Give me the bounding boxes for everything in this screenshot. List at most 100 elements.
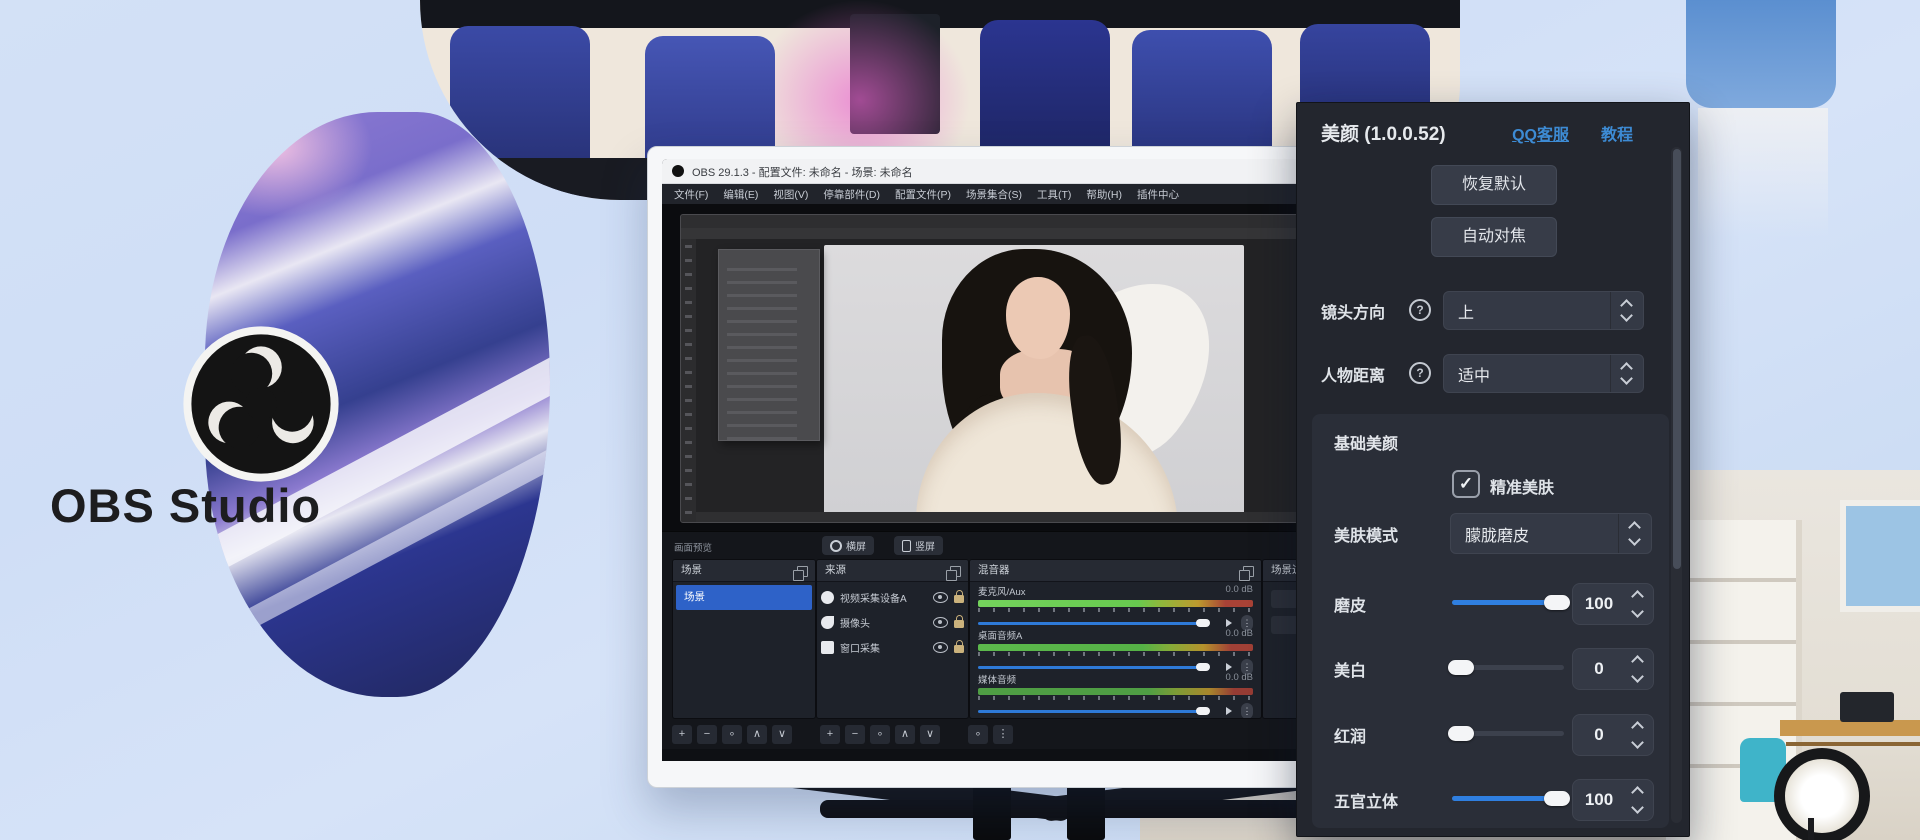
volume-meter	[978, 644, 1253, 651]
white-wall-fragment	[1698, 108, 1828, 238]
face-3d-slider[interactable]	[1452, 796, 1564, 801]
person-distance-value: 适中	[1458, 362, 1490, 386]
mixer-more-button[interactable]: ⋮	[993, 725, 1013, 744]
visibility-eye-icon[interactable]	[933, 642, 948, 653]
beauty-filter-panel: 美颜 (1.0.0.52) QQ客服 教程 恢复默认 自动对焦 镜头方向 ? 上…	[1296, 102, 1690, 837]
face-3d-label: 五官立体	[1334, 788, 1398, 812]
audio-mixer-dock: 混音器 麦克风/Aux 0.0 dB ⋮	[969, 559, 1262, 719]
laptop	[1840, 692, 1894, 722]
camera-icon	[821, 616, 834, 629]
menu-view[interactable]: 视图(V)	[773, 187, 808, 202]
face-3d-spinbox[interactable]: 100	[1572, 779, 1654, 821]
precise-skin-checkbox[interactable]: ✓	[1452, 470, 1480, 498]
studio-window	[1840, 500, 1920, 612]
add-scene-button[interactable]: +	[672, 725, 692, 744]
source-up-button[interactable]: ∧	[895, 725, 915, 744]
meter-ticks	[978, 696, 1253, 700]
whitening-slider[interactable]	[1452, 665, 1564, 670]
menu-file[interactable]: 文件(F)	[674, 187, 708, 202]
visibility-eye-icon[interactable]	[933, 592, 948, 603]
video-capture-icon	[821, 591, 834, 604]
source-row[interactable]: 摄像头	[821, 611, 964, 634]
auto-focus-button[interactable]: 自动对焦	[1431, 217, 1557, 257]
remove-source-button[interactable]: −	[845, 725, 865, 744]
popout-icon[interactable]	[1243, 566, 1254, 577]
sources-dock: 来源 视频采集设备A 摄像头	[816, 559, 969, 719]
camera-direction-dropdown[interactable]: 上	[1443, 291, 1644, 330]
panel-scrollbar[interactable]	[1671, 147, 1682, 823]
scene-list-item-selected[interactable]: 场景	[676, 585, 812, 610]
tripod	[1808, 818, 1814, 840]
obs-logo	[181, 324, 341, 484]
rosy-value: 0	[1573, 725, 1625, 745]
lock-icon[interactable]	[954, 595, 964, 603]
menu-docks[interactable]: 停靠部件(D)	[823, 187, 880, 202]
move-down-button[interactable]: ∨	[772, 725, 792, 744]
lock-icon[interactable]	[954, 620, 964, 628]
restore-defaults-button[interactable]: 恢复默认	[1431, 165, 1557, 205]
stand-foot	[1067, 784, 1105, 840]
source-row[interactable]: 窗口采集	[821, 636, 964, 659]
mixer-config-button[interactable]: ∘	[968, 725, 988, 744]
help-icon[interactable]: ?	[1409, 362, 1431, 384]
rosy-spinbox[interactable]: 0	[1572, 714, 1654, 756]
remove-scene-button[interactable]: −	[697, 725, 717, 744]
person-distance-dropdown[interactable]: 适中	[1443, 354, 1644, 393]
basic-beauty-section: 基础美颜 ✓ 精准美肤 美肤模式 朦胧磨皮 磨皮 100 美白 0	[1312, 414, 1669, 828]
person-distance-label: 人物距离	[1321, 362, 1385, 386]
wood-desk	[1780, 720, 1920, 736]
dropdown-spinner[interactable]	[1610, 355, 1643, 392]
volume-slider[interactable]	[978, 619, 1219, 627]
visibility-eye-icon[interactable]	[933, 617, 948, 628]
bg-topright-photo	[1676, 0, 1846, 260]
source-row[interactable]: 视频采集设备A	[821, 586, 964, 609]
popout-icon[interactable]	[950, 566, 961, 577]
whitening-label: 美白	[1334, 657, 1366, 681]
menu-plugin-center[interactable]: 插件中心	[1137, 187, 1179, 202]
whitening-value: 0	[1573, 659, 1625, 679]
volume-meter	[978, 688, 1253, 695]
mixer-channel: 桌面音频A 0.0 dB ⋮	[978, 628, 1253, 672]
volume-slider[interactable]	[978, 663, 1219, 671]
source-down-button[interactable]: ∨	[920, 725, 940, 744]
menu-profile[interactable]: 配置文件(P)	[895, 187, 951, 202]
mixer-channel: 麦克风/Aux 0.0 dB ⋮	[978, 584, 1253, 628]
camera-direction-label: 镜头方向	[1321, 299, 1385, 323]
ps-floating-panel	[718, 249, 820, 441]
smooth-skin-slider[interactable]	[1452, 600, 1564, 605]
add-source-button[interactable]: +	[820, 725, 840, 744]
obs-app-icon	[672, 165, 684, 177]
help-icon[interactable]: ?	[1409, 299, 1431, 321]
smooth-skin-spinbox[interactable]: 100	[1572, 583, 1654, 625]
rosy-slider[interactable]	[1452, 731, 1564, 736]
dropdown-spinner[interactable]	[1610, 292, 1643, 329]
menu-tools[interactable]: 工具(T)	[1037, 187, 1071, 202]
channel-db: 0.0 dB	[1226, 672, 1253, 686]
whitening-spinbox[interactable]: 0	[1572, 648, 1654, 690]
landscape-toggle-button[interactable]: 横屏	[822, 536, 874, 555]
lock-icon[interactable]	[954, 645, 964, 653]
dropdown-spinner[interactable]	[1618, 514, 1651, 553]
speaker-icon[interactable]	[1226, 707, 1236, 715]
menu-scene-collection[interactable]: 场景集合(S)	[966, 187, 1022, 202]
source-properties-button[interactable]: ∘	[870, 725, 890, 744]
scene-filters-button[interactable]: ∘	[722, 725, 742, 744]
window-capture-icon	[821, 641, 834, 654]
skin-mode-dropdown[interactable]: 朦胧磨皮	[1450, 513, 1652, 554]
channel-name: 媒体音频	[978, 672, 1016, 686]
popout-icon[interactable]	[797, 566, 808, 577]
scrollbar-thumb[interactable]	[1673, 149, 1681, 569]
tutorial-link[interactable]: 教程	[1601, 121, 1633, 145]
face-3d-value: 100	[1573, 790, 1625, 810]
portrait-toggle-button[interactable]: 竖屏	[894, 536, 943, 555]
speaker-icon[interactable]	[1226, 663, 1236, 671]
menu-edit[interactable]: 编辑(E)	[723, 187, 758, 202]
move-up-button[interactable]: ∧	[747, 725, 767, 744]
menu-help[interactable]: 帮助(H)	[1086, 187, 1122, 202]
volume-slider[interactable]	[978, 707, 1219, 715]
qq-support-link[interactable]: QQ客服	[1512, 121, 1569, 145]
mixer-dock-header[interactable]: 混音器	[970, 560, 1261, 582]
channel-menu-button[interactable]: ⋮	[1241, 703, 1253, 719]
channel-db: 0.0 dB	[1226, 628, 1253, 642]
speaker-icon[interactable]	[1226, 619, 1236, 627]
